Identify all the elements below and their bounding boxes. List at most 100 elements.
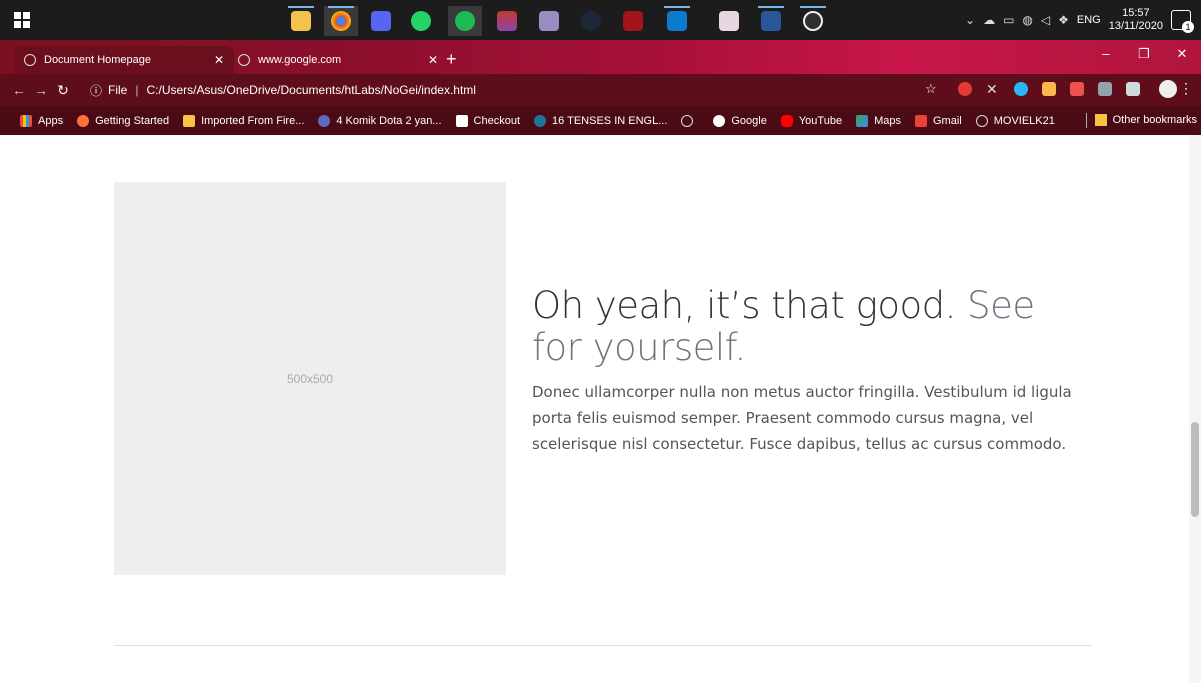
reload-icon[interactable]: ↻ xyxy=(52,82,74,99)
site-icon xyxy=(318,114,331,127)
bookmark-label: Google xyxy=(731,114,767,127)
bookmark-google[interactable]: Google xyxy=(713,114,767,127)
chevron-up-icon[interactable]: ⌄ xyxy=(965,13,975,27)
other-bookmarks[interactable]: Other bookmarks xyxy=(1094,114,1197,126)
heading-text: Oh yeah, it’s that good. xyxy=(532,284,956,327)
steam-icon[interactable] xyxy=(574,6,608,36)
back-arrow-icon[interactable]: ← xyxy=(8,82,30,98)
google-icon xyxy=(713,114,726,127)
featurette-heading: Oh yeah, it’s that good. See for yoursel… xyxy=(532,285,1092,369)
paint-icon[interactable] xyxy=(532,6,566,36)
adblock-extension-icon[interactable] xyxy=(958,82,972,96)
bookmark-gmail[interactable]: Gmail xyxy=(915,114,962,127)
notification-count: 1 xyxy=(1182,21,1194,33)
volume-icon[interactable]: ◁ xyxy=(1041,13,1050,27)
bookmark-getting-started[interactable]: Getting Started xyxy=(77,114,170,127)
featurette-divider xyxy=(114,645,1092,646)
bookmark-label: Apps xyxy=(38,114,64,127)
wordpress-icon xyxy=(534,114,547,127)
word-icon[interactable] xyxy=(754,6,788,36)
close-tab-icon[interactable]: ✕ xyxy=(214,53,224,67)
taskbar: ⌄ ☁ ▭ ◍ ◁ ❖ ENG 15:57 13/11/2020 1 xyxy=(0,0,1201,40)
bookmark-label: Getting Started xyxy=(95,114,170,127)
bookmarks-bar: Apps Getting Started Imported From Fire.… xyxy=(0,106,1201,135)
bookmark-movielk21[interactable]: MOVIELK21 xyxy=(975,114,1055,127)
whatsapp-icon[interactable] xyxy=(404,6,438,36)
network-icon[interactable]: ◍ xyxy=(1022,13,1032,27)
anime-app-icon[interactable] xyxy=(712,6,746,36)
close-tab-icon[interactable]: ✕ xyxy=(428,53,438,67)
tab-strip: Document Homepage ✕ www.google.com ✕ + –… xyxy=(0,40,1201,74)
image-placeholder: 500x500 xyxy=(114,182,506,575)
forward-arrow-icon[interactable]: → xyxy=(30,82,52,98)
bookmark-16-tenses[interactable]: 16 TENSES IN ENGL... xyxy=(534,114,668,127)
tab-google[interactable]: www.google.com ✕ xyxy=(228,46,448,74)
extension-icon[interactable] xyxy=(1014,82,1028,96)
bookmarks-divider xyxy=(1086,113,1087,128)
firefox-icon xyxy=(77,114,90,127)
site-icon xyxy=(455,114,468,127)
bookmark-maps[interactable]: Maps xyxy=(856,114,901,127)
tab-document-homepage[interactable]: Document Homepage ✕ xyxy=(14,46,234,74)
close-window-button[interactable]: ✕ xyxy=(1163,40,1201,70)
winrar-icon[interactable] xyxy=(490,6,524,36)
maximize-button[interactable]: ❐ xyxy=(1125,40,1163,70)
bookmark-imported[interactable]: Imported From Fire... xyxy=(183,114,305,127)
close-extension-icon[interactable]: ✕ xyxy=(986,82,1000,96)
bookmark-label: YouTube xyxy=(798,114,843,127)
discord-icon[interactable] xyxy=(364,6,398,36)
address-bar[interactable]: ⓘ File | C:/Users/Asus/OneDrive/Document… xyxy=(90,78,950,102)
puzzle-extensions-icon[interactable] xyxy=(1126,82,1140,96)
obs-icon[interactable] xyxy=(796,6,830,36)
bookmark-untitled[interactable] xyxy=(681,114,699,127)
spotify-icon[interactable] xyxy=(448,6,482,36)
toolbar: ← → ↻ ⓘ File | C:/Users/Asus/OneDrive/Do… xyxy=(0,74,1201,106)
bookmark-label: Checkout xyxy=(473,114,521,127)
extension-icon[interactable] xyxy=(1098,82,1112,96)
system-tray: ⌄ ☁ ▭ ◍ ◁ ❖ ENG 15:57 13/11/2020 1 xyxy=(965,0,1201,40)
extension-icon[interactable] xyxy=(1042,82,1056,96)
extension-icon[interactable] xyxy=(1070,82,1084,96)
vscode-icon[interactable] xyxy=(660,6,694,36)
dropbox-icon[interactable]: ❖ xyxy=(1058,13,1069,27)
apps-grid-icon xyxy=(20,114,32,127)
file-explorer-icon[interactable] xyxy=(284,6,318,36)
bookmark-apps[interactable]: Apps xyxy=(20,114,64,127)
folder-icon xyxy=(1094,114,1107,126)
bookmark-youtube[interactable]: YouTube xyxy=(780,114,843,127)
address-separator: | xyxy=(135,83,139,97)
page-content: 500x500 Oh yeah, it’s that good. See for… xyxy=(0,135,1201,683)
more-menu-icon[interactable]: ⋮ xyxy=(1179,80,1193,97)
cloud-icon[interactable]: ☁ xyxy=(983,13,995,27)
clock[interactable]: 15:57 13/11/2020 xyxy=(1109,7,1163,33)
browser-window: Document Homepage ✕ www.google.com ✕ + –… xyxy=(0,40,1201,135)
bookmark-star-icon[interactable]: ☆ xyxy=(925,81,937,97)
globe-icon xyxy=(238,54,250,66)
folder-icon xyxy=(183,114,196,127)
bookmark-label: Gmail xyxy=(933,114,962,127)
new-tab-button[interactable]: + xyxy=(446,50,457,68)
bookmark-label: 16 TENSES IN ENGL... xyxy=(552,114,668,127)
info-icon[interactable]: ⓘ xyxy=(90,82,102,99)
battery-icon[interactable]: ▭ xyxy=(1003,13,1014,27)
scrollbar-thumb[interactable] xyxy=(1191,422,1199,517)
clock-date: 13/11/2020 xyxy=(1108,20,1163,32)
featurette-lead: Donec ullamcorper nulla non metus auctor… xyxy=(532,383,1072,453)
other-bookmarks-label: Other bookmarks xyxy=(1112,114,1197,126)
clock-time: 15:57 xyxy=(1122,7,1150,19)
bookmark-label: Maps xyxy=(874,114,901,127)
windows-start-icon[interactable] xyxy=(14,12,30,28)
bookmark-label: Imported From Fire... xyxy=(201,114,305,127)
bookmark-komik-dota[interactable]: 4 Komik Dota 2 yan... xyxy=(318,114,442,127)
minimize-button[interactable]: – xyxy=(1087,40,1125,70)
profile-avatar-icon[interactable] xyxy=(1159,80,1177,98)
dota-icon[interactable] xyxy=(616,6,650,36)
language-indicator[interactable]: ENG xyxy=(1077,14,1101,26)
globe-icon xyxy=(975,114,988,127)
notification-center-icon[interactable]: 1 xyxy=(1171,10,1194,33)
page-scrollbar[interactable] xyxy=(1189,135,1201,683)
bookmark-label: MOVIELK21 xyxy=(993,114,1055,127)
bookmark-checkout[interactable]: Checkout xyxy=(455,114,521,127)
image-placeholder-label: 500x500 xyxy=(286,371,334,386)
chrome-icon[interactable] xyxy=(324,6,358,36)
